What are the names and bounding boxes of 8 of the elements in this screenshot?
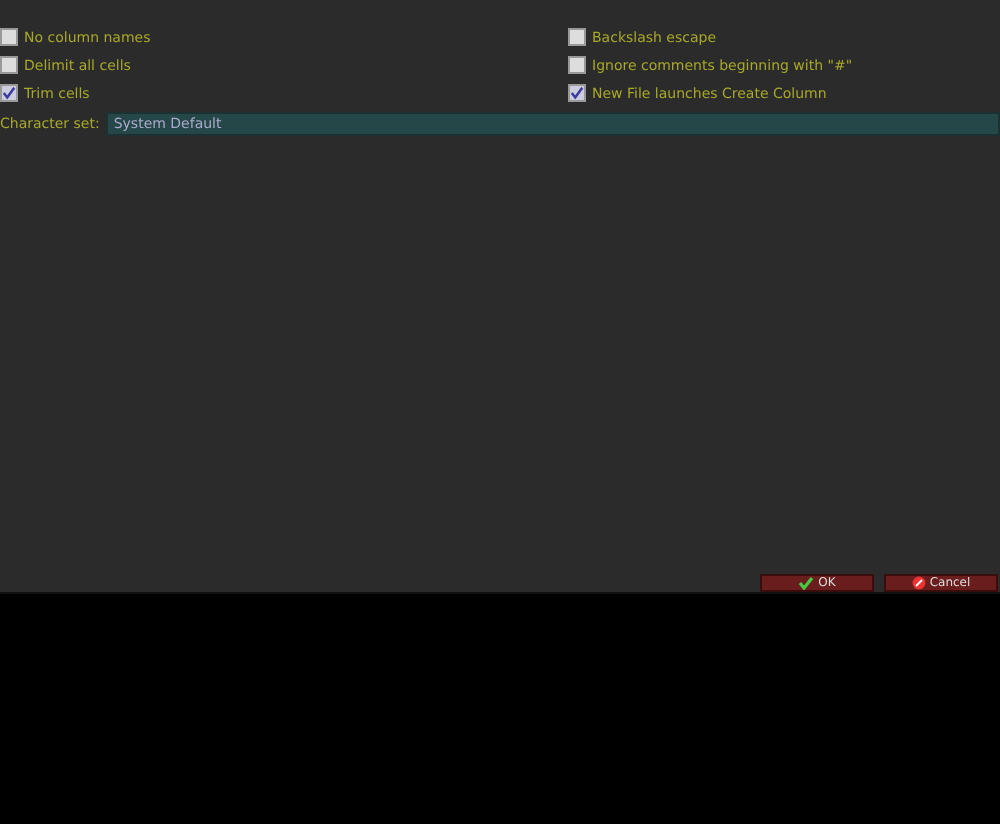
cancel-icon: [911, 576, 926, 590]
checkbox[interactable]: [0, 28, 18, 46]
checkbox[interactable]: [0, 84, 18, 102]
checkmark-icon: [798, 576, 815, 590]
checkbox[interactable]: [568, 28, 586, 46]
checkbox[interactable]: [568, 84, 586, 102]
checkbox[interactable]: [0, 56, 18, 74]
checkbox[interactable]: [568, 56, 586, 74]
